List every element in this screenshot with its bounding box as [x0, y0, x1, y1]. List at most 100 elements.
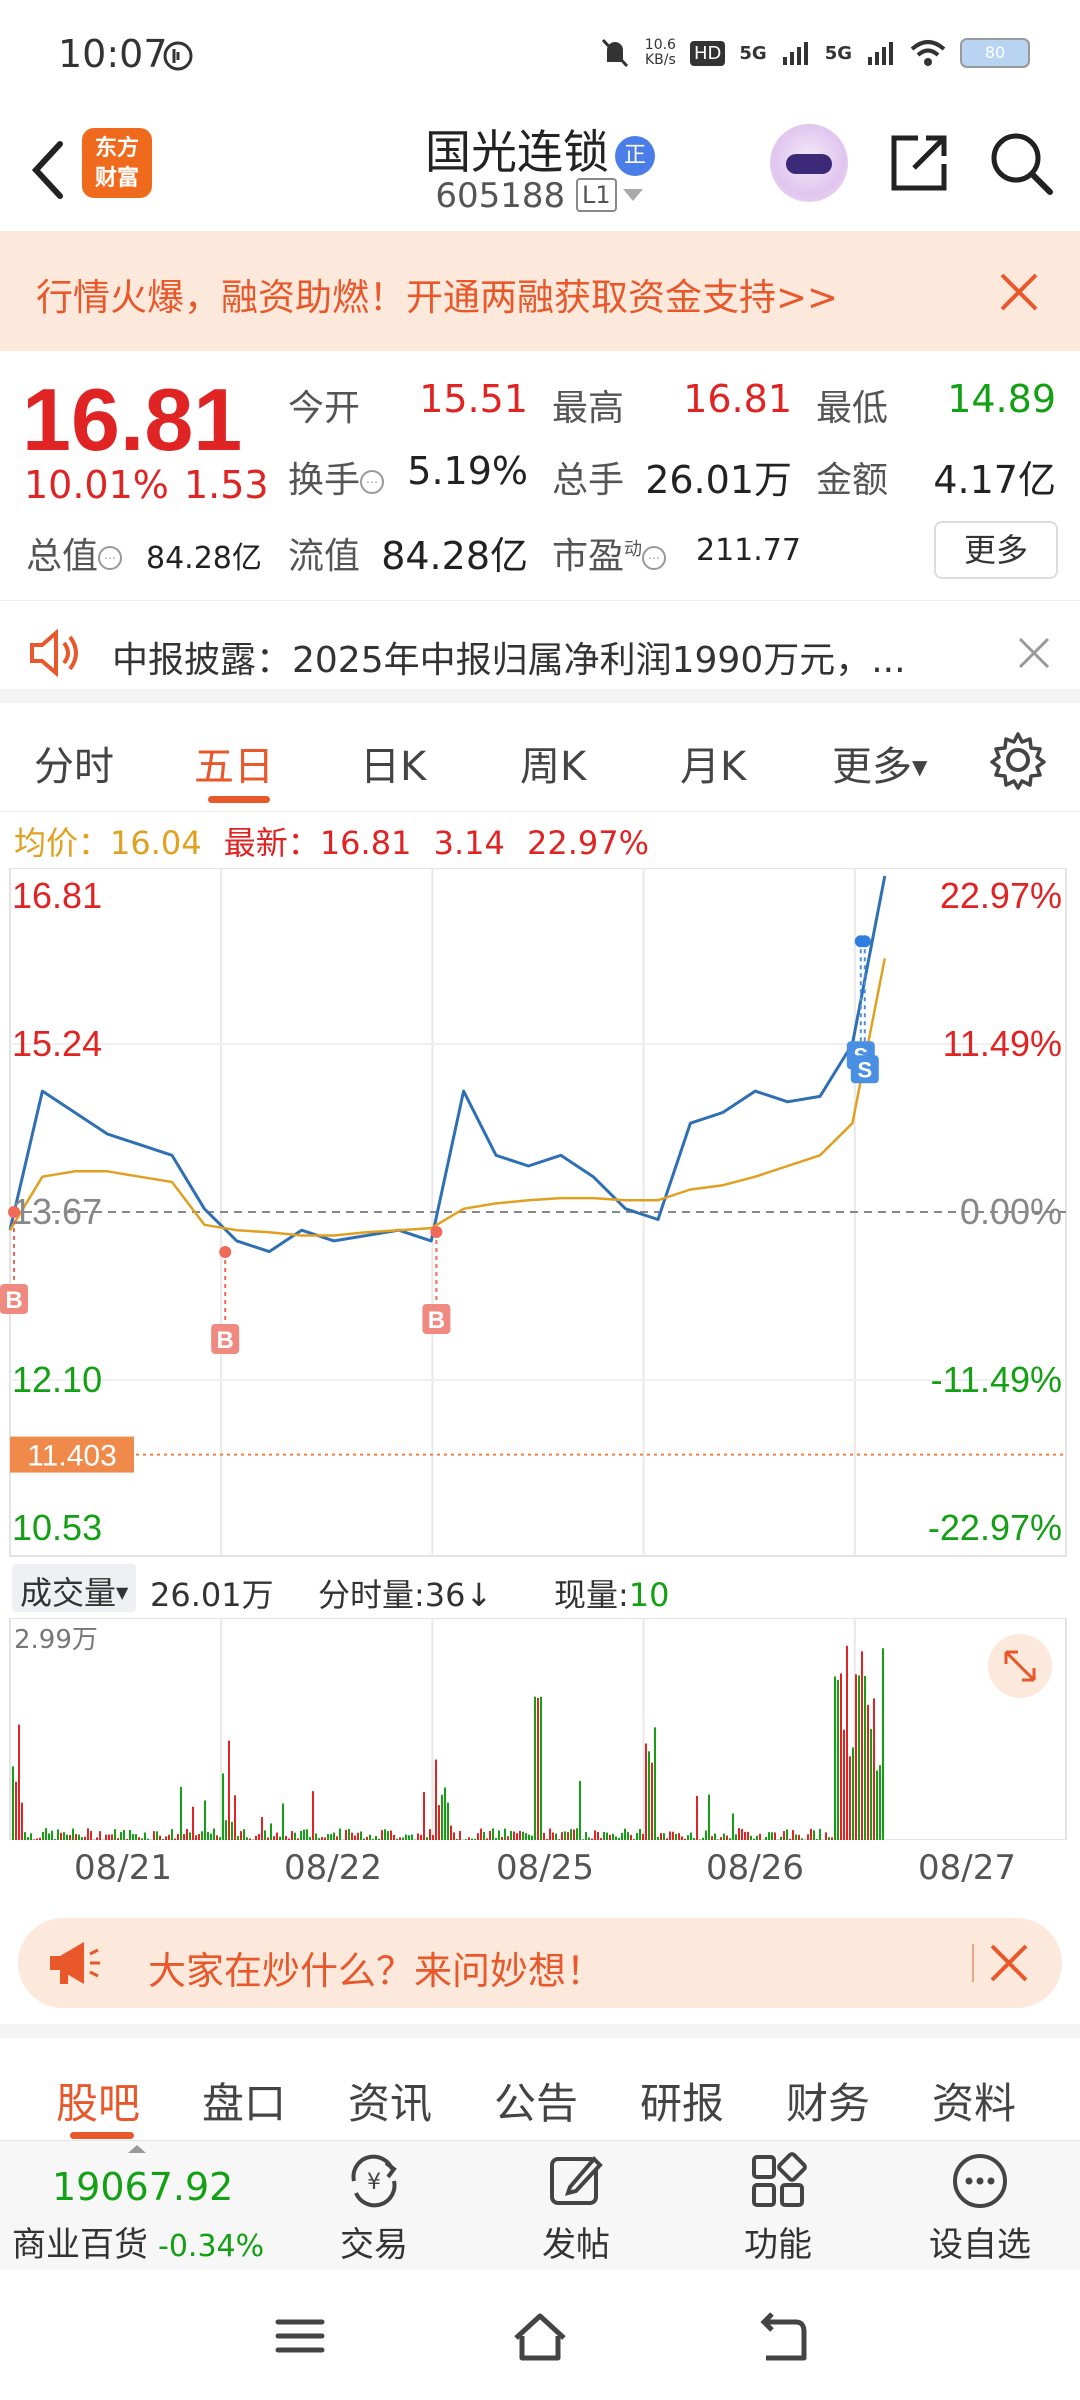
volume-bar — [318, 1838, 320, 1840]
volume-bar — [204, 1800, 206, 1840]
volume-bar — [555, 1833, 557, 1840]
five-day-chart[interactable]: 11.403 16.81 15.24 13.67 12.10 10.53 22.97% 11.… — [0, 868, 1080, 1568]
status-bar: 10:07 10.6 KB/s HD 5G 5G 80 — [0, 0, 1080, 110]
volume-bar — [153, 1831, 155, 1840]
sector-index-value[interactable]: 19067.92 — [52, 2165, 233, 2209]
active-content-tab-indicator — [70, 2132, 134, 2139]
volume-bar — [183, 1834, 185, 1840]
app-notification-icon — [163, 41, 193, 71]
volume-bar — [693, 1837, 695, 1840]
volume-bar — [666, 1838, 668, 1840]
buy-marker: B — [5, 1287, 22, 1314]
trade-button[interactable]: ¥ 交易 — [314, 2149, 434, 2269]
edit-icon — [550, 2156, 603, 2205]
volume-bar — [210, 1833, 212, 1840]
hd-badge: HD — [689, 40, 726, 66]
volume-bar — [543, 1832, 545, 1840]
volume-bar — [516, 1833, 518, 1840]
level-badge: L1 — [575, 178, 617, 212]
volume-bar — [387, 1831, 389, 1840]
volume-bar — [372, 1839, 374, 1840]
gear-icon[interactable] — [988, 730, 1048, 790]
stock-badge: 正 — [615, 136, 655, 176]
search-button[interactable] — [986, 128, 1056, 198]
volume-bar — [642, 1833, 644, 1840]
function-button[interactable]: 功能 — [718, 2149, 838, 2269]
volume-bar — [408, 1835, 410, 1840]
volume-bar — [156, 1831, 158, 1840]
tab-daily-k[interactable]: 日K — [360, 734, 426, 792]
ask-close-button[interactable] — [986, 1940, 1032, 1986]
tab-five-day[interactable]: 五日 — [194, 734, 274, 792]
volume-bar — [195, 1835, 197, 1840]
news-text: 中报披露：2025年中报归属净利润1990万元，... — [112, 640, 906, 681]
volume-bar — [690, 1832, 692, 1840]
add-watchlist-button[interactable]: 设自选 — [920, 2149, 1040, 2269]
y-right-tick: -22.97% — [928, 1507, 1062, 1548]
tab-weekly-k[interactable]: 周K — [520, 734, 586, 792]
volume-bar — [828, 1837, 830, 1840]
volume-bar — [606, 1832, 608, 1840]
tab-monthly-k[interactable]: 月K — [680, 734, 746, 792]
tab-more[interactable]: 更多▼ — [832, 734, 927, 792]
volume-bar — [36, 1838, 38, 1840]
info-icon[interactable]: ⋯ — [642, 546, 667, 570]
watchlist-label: 设自选 — [929, 2225, 1031, 2265]
volume-bar — [615, 1836, 617, 1840]
info-icon[interactable]: ⋯ — [98, 546, 123, 570]
volume-bar — [120, 1832, 122, 1840]
tab-news[interactable]: 资讯 — [348, 2070, 432, 2131]
volume-bar — [603, 1831, 605, 1840]
tab-announcements[interactable]: 公告 — [494, 2070, 578, 2131]
change-amount: 1.53 — [184, 463, 269, 507]
news-close-button[interactable] — [1014, 633, 1054, 673]
volume-bar — [324, 1837, 326, 1840]
volume-bar — [351, 1832, 353, 1840]
volume-bar — [228, 1740, 230, 1840]
ask-ai-bar[interactable]: 大家在炒什么？来问妙想！ — [18, 1918, 1062, 2008]
volume-bar — [768, 1832, 770, 1840]
tab-guba[interactable]: 股吧 — [56, 2070, 140, 2131]
banner-close-button[interactable] — [994, 267, 1044, 317]
margin-promo-banner[interactable]: 行情火爆，融资助燃！开通两融获取资金支持>> — [0, 231, 1080, 351]
volume-bar — [63, 1832, 65, 1840]
volume-bar — [24, 1832, 26, 1840]
sector-index-row[interactable]: 商业百货 -0.34% — [12, 2217, 264, 2266]
avg-label: 均价： — [14, 824, 111, 862]
volume-bar — [618, 1837, 620, 1840]
post-button[interactable]: 发帖 — [516, 2149, 636, 2269]
volume-bar — [243, 1829, 245, 1840]
latest-label: 最新： — [223, 824, 320, 862]
tab-research[interactable]: 研报 — [640, 2070, 724, 2131]
ai-assistant-avatar[interactable] — [770, 124, 848, 202]
volume-bar — [114, 1829, 116, 1840]
volume-chart[interactable]: 2.99万 — [0, 1618, 1080, 1840]
volume-bar — [753, 1838, 755, 1840]
volume-bar — [393, 1834, 395, 1840]
tab-finance[interactable]: 财务 — [786, 2070, 870, 2131]
news-ticker[interactable]: 中报披露：2025年中报归属净利润1990万元，... — [0, 603, 1080, 703]
chart-period-tabs: 分时 五日 日K 周K 月K 更多▼ — [0, 712, 1080, 812]
robot-eyes — [786, 154, 832, 174]
volume-bar — [675, 1833, 677, 1840]
volume-bar — [813, 1830, 815, 1840]
menu-icon[interactable] — [270, 2308, 330, 2364]
tab-intraday[interactable]: 分时 — [34, 734, 114, 792]
volume-bar — [69, 1835, 71, 1840]
info-icon[interactable]: ⋯ — [360, 470, 385, 494]
volume-bar — [552, 1832, 554, 1840]
share-button[interactable] — [884, 128, 954, 198]
volume-bar — [714, 1833, 716, 1840]
volume-bar — [747, 1831, 749, 1840]
back-nav-icon[interactable] — [752, 2308, 812, 2364]
tab-pankou[interactable]: 盘口 — [202, 2070, 286, 2131]
volume-indicator-select[interactable]: 成交量▼ — [12, 1564, 137, 1612]
volume-bar — [876, 1770, 878, 1840]
volume-bar — [834, 1676, 836, 1840]
more-quote-button[interactable]: 更多 — [934, 521, 1058, 579]
latest-pct: 22.97% — [527, 824, 650, 862]
volume-bar — [237, 1836, 239, 1840]
volume-bar — [846, 1645, 848, 1840]
home-icon[interactable] — [510, 2308, 570, 2364]
tab-profile[interactable]: 资料 — [932, 2070, 1016, 2131]
